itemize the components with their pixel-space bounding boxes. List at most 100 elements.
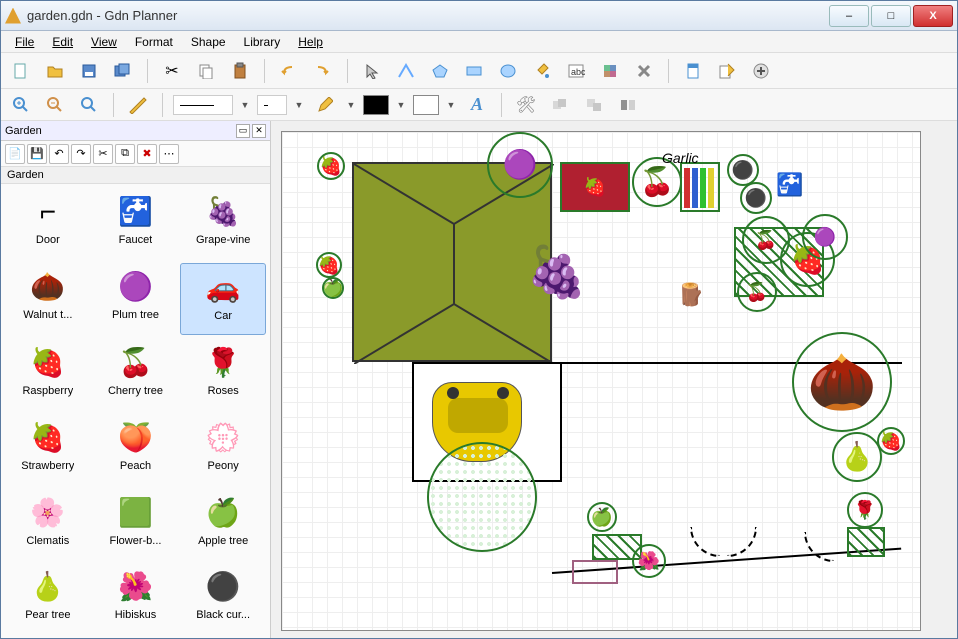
library-manager-button[interactable]: [679, 57, 707, 85]
zoom-fit-button[interactable]: [75, 91, 103, 119]
panel-undo-button[interactable]: ↶: [49, 144, 69, 164]
library-item-flowerbed[interactable]: 🟩Flower-b...: [93, 489, 179, 560]
zoom-in-button[interactable]: [7, 91, 35, 119]
door-shape[interactable]: [727, 527, 757, 557]
library-item-hibiscus[interactable]: 🌺Hibiskus: [93, 563, 179, 634]
ruler-button[interactable]: [124, 91, 152, 119]
tree-circle[interactable]: [427, 442, 537, 552]
group-button[interactable]: [546, 91, 574, 119]
canvas[interactable]: 🍓 🟣 🍓 🍒 Garlic ⚫ ⚫ 🚰 🍇 🍒 🍓 🟣 🍒: [281, 131, 921, 631]
library-item-door[interactable]: ⌐Door: [5, 188, 91, 259]
library-item-blackcurrant[interactable]: ⚫Black cur...: [180, 563, 266, 634]
panel-redo-button[interactable]: ↷: [71, 144, 91, 164]
library-item-pear[interactable]: 🍐Pear tree: [5, 563, 91, 634]
save-all-button[interactable]: [109, 57, 137, 85]
pencil-dropdown[interactable]: ▼: [345, 100, 357, 110]
line-style-dropdown[interactable]: ▼: [239, 100, 251, 110]
flip-button[interactable]: [614, 91, 642, 119]
strawberry-plant[interactable]: 🍓: [877, 427, 905, 455]
menu-view[interactable]: View: [83, 33, 125, 51]
pear-plant[interactable]: 🍐: [832, 432, 882, 482]
strawberry-plant[interactable]: 🍓: [317, 152, 345, 180]
bg-color-swatch[interactable]: [413, 95, 439, 115]
bg-color-dropdown[interactable]: ▼: [445, 100, 457, 110]
door-shape[interactable]: [804, 532, 834, 562]
library-item-peony[interactable]: 💮Peony: [180, 414, 266, 485]
panel-copy-button[interactable]: ⧉: [115, 144, 135, 164]
paste-button[interactable]: [226, 57, 254, 85]
peony-bed[interactable]: [572, 560, 618, 584]
maximize-button[interactable]: □: [871, 5, 911, 27]
undo-button[interactable]: [275, 57, 303, 85]
library-item-roses[interactable]: 🌹Roses: [180, 339, 266, 410]
library-item-peach[interactable]: 🍑Peach: [93, 414, 179, 485]
library-item-grape[interactable]: 🍇Grape-vine: [180, 188, 266, 259]
text-tool[interactable]: abc: [562, 57, 590, 85]
edit-library-button[interactable]: [713, 57, 741, 85]
panel-delete-button[interactable]: ✖: [137, 144, 157, 164]
library-item-car[interactable]: 🚗Car: [180, 263, 266, 336]
puzzle-tool[interactable]: [596, 57, 624, 85]
zoom-out-button[interactable]: [41, 91, 69, 119]
redo-button[interactable]: [309, 57, 337, 85]
library-item-walnut[interactable]: 🌰Walnut t...: [5, 263, 91, 336]
faucet-shape[interactable]: 🚰: [776, 172, 803, 198]
close-button[interactable]: X: [913, 5, 953, 27]
fill-color-swatch[interactable]: [363, 95, 389, 115]
roses-plant[interactable]: 🌹: [847, 492, 883, 528]
apple-plant[interactable]: 🍏: [587, 502, 617, 532]
flowerbed[interactable]: [847, 527, 885, 557]
plum-plant[interactable]: 🟣: [802, 214, 848, 260]
garlic-label[interactable]: Garlic: [662, 150, 699, 166]
stump-shape[interactable]: 🪵: [677, 282, 704, 308]
panel-cut-button[interactable]: ✂: [93, 144, 113, 164]
save-button[interactable]: [75, 57, 103, 85]
minimize-button[interactable]: –: [829, 5, 869, 27]
copy-button[interactable]: [192, 57, 220, 85]
panel-float-button[interactable]: ▭: [236, 124, 250, 138]
menu-help[interactable]: Help: [290, 33, 331, 51]
cut-button[interactable]: ✂: [158, 57, 186, 85]
line-tool[interactable]: [392, 57, 420, 85]
new-button[interactable]: [7, 57, 35, 85]
fill-color-dropdown[interactable]: ▼: [395, 100, 407, 110]
line-style-picker[interactable]: [173, 95, 233, 115]
add-button[interactable]: [747, 57, 775, 85]
apple-plant[interactable]: 🍏: [322, 277, 344, 299]
panel-save-button[interactable]: 💾: [27, 144, 47, 164]
open-button[interactable]: [41, 57, 69, 85]
walnut-plant[interactable]: 🌰: [792, 332, 892, 432]
library-item-cherry[interactable]: 🍒Cherry tree: [93, 339, 179, 410]
raspberry-plant[interactable]: 🍓: [316, 252, 342, 278]
menu-shape[interactable]: Shape: [183, 33, 234, 51]
plum-plant[interactable]: 🟣: [487, 132, 553, 198]
library-item-raspberry[interactable]: 🍓Raspberry: [5, 339, 91, 410]
garlic-bed[interactable]: [680, 162, 720, 212]
line-weight-picker[interactable]: [257, 95, 287, 115]
door-shape[interactable]: [690, 527, 720, 557]
panel-new-button[interactable]: 📄: [5, 144, 25, 164]
rectangle-tool[interactable]: [460, 57, 488, 85]
library-item-faucet[interactable]: 🚰Faucet: [93, 188, 179, 259]
library-item-plum[interactable]: 🟣Plum tree: [93, 263, 179, 336]
line-weight-dropdown[interactable]: ▼: [293, 100, 305, 110]
ellipse-tool[interactable]: [494, 57, 522, 85]
fill-tool[interactable]: [528, 57, 556, 85]
panel-close-button[interactable]: ✕: [252, 124, 266, 138]
menu-edit[interactable]: Edit: [44, 33, 81, 51]
canvas-scroll[interactable]: 🍓 🟣 🍓 🍒 Garlic ⚫ ⚫ 🚰 🍇 🍒 🍓 🟣 🍒: [271, 121, 957, 638]
grape-plant[interactable]: 🍇: [507, 222, 607, 322]
cherry-plant[interactable]: 🍒: [737, 272, 777, 312]
polygon-tool[interactable]: [426, 57, 454, 85]
strawberry-bed[interactable]: 🍓: [560, 162, 630, 212]
blackcurrant-plant[interactable]: ⚫: [740, 182, 772, 214]
pointer-tool[interactable]: [358, 57, 386, 85]
menu-library[interactable]: Library: [236, 33, 289, 51]
menu-format[interactable]: Format: [127, 33, 181, 51]
library-item-clematis[interactable]: 🌸Clematis: [5, 489, 91, 560]
font-button[interactable]: A: [463, 91, 491, 119]
pencil-tool[interactable]: [311, 91, 339, 119]
library-item-apple[interactable]: 🍏Apple tree: [180, 489, 266, 560]
delete-button[interactable]: [630, 57, 658, 85]
menu-file[interactable]: File: [7, 33, 42, 51]
